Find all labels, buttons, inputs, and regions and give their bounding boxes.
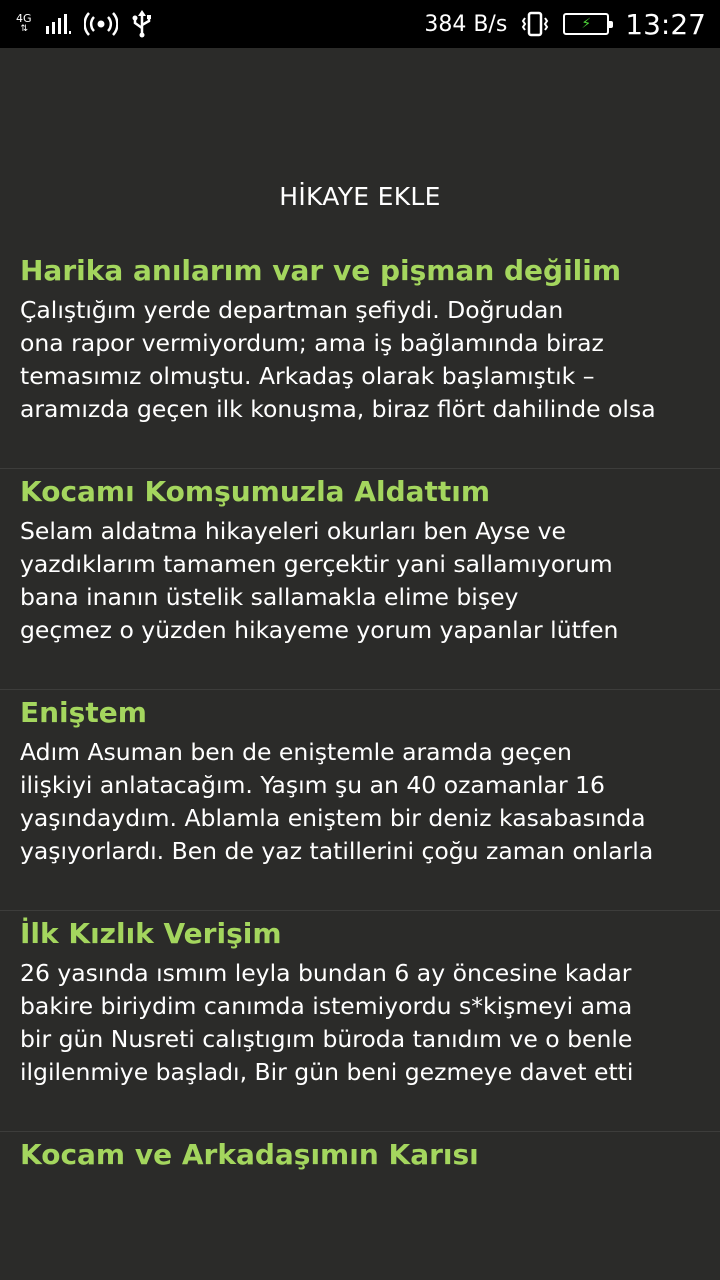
status-right: 384 B/s ⚡ 13:27: [410, 8, 706, 41]
story-title: Harika anılarım var ve pişman değilim: [20, 254, 622, 287]
story-excerpt: Adım Asuman ben de eniştemle aramda geçe…: [20, 738, 654, 865]
status-bar: 4G ⇅ 384 B/s ⚡ 13:27: [0, 0, 720, 48]
battery-icon: ⚡: [563, 13, 614, 35]
data-arrows-icon: ⇅: [20, 24, 28, 34]
story-title: Kocam ve Arkadaşımın Karısı: [20, 1138, 479, 1171]
network-type-indicator: 4G ⇅: [16, 13, 32, 35]
status-clock: 13:27: [625, 7, 706, 41]
story-excerpt: Çalıştığım yerde departman şefiydi. Doğr…: [20, 296, 656, 423]
network-speed: 384 B/s: [424, 11, 508, 37]
story-list: Harika anılarım var ve pişman değilim Ça…: [0, 248, 720, 1232]
story-title: Eniştem: [20, 696, 147, 729]
story-item[interactable]: Kocamı Komşumuzla Aldattım Selam aldatma…: [0, 469, 720, 690]
usb-icon: [132, 10, 151, 38]
story-item[interactable]: Eniştem Adım Asuman ben de eniştemle ara…: [0, 690, 720, 911]
story-title: İlk Kızlık Verişim: [20, 917, 282, 950]
story-excerpt: Selam aldatma hikayeleri okurları ben Ay…: [20, 517, 619, 644]
story-item[interactable]: İlk Kızlık Verişim 26 yasında ısmım leyl…: [0, 911, 720, 1132]
hotspot-icon: [83, 12, 118, 36]
story-item[interactable]: Harika anılarım var ve pişman değilim Ça…: [0, 248, 720, 469]
status-left: 4G ⇅: [16, 10, 166, 38]
vibrate-icon: [522, 11, 549, 37]
page-title[interactable]: HİKAYE EKLE: [0, 182, 720, 211]
story-excerpt: 26 yasında ısmım leyla bundan 6 ay önces…: [20, 959, 634, 1086]
story-item[interactable]: Kocam ve Arkadaşımın Karısı: [0, 1132, 720, 1232]
story-title: Kocamı Komşumuzla Aldattım: [20, 475, 491, 508]
charging-bolt-icon: ⚡: [581, 16, 592, 32]
network-type-label: 4G: [16, 12, 32, 25]
signal-icon: [45, 14, 71, 34]
